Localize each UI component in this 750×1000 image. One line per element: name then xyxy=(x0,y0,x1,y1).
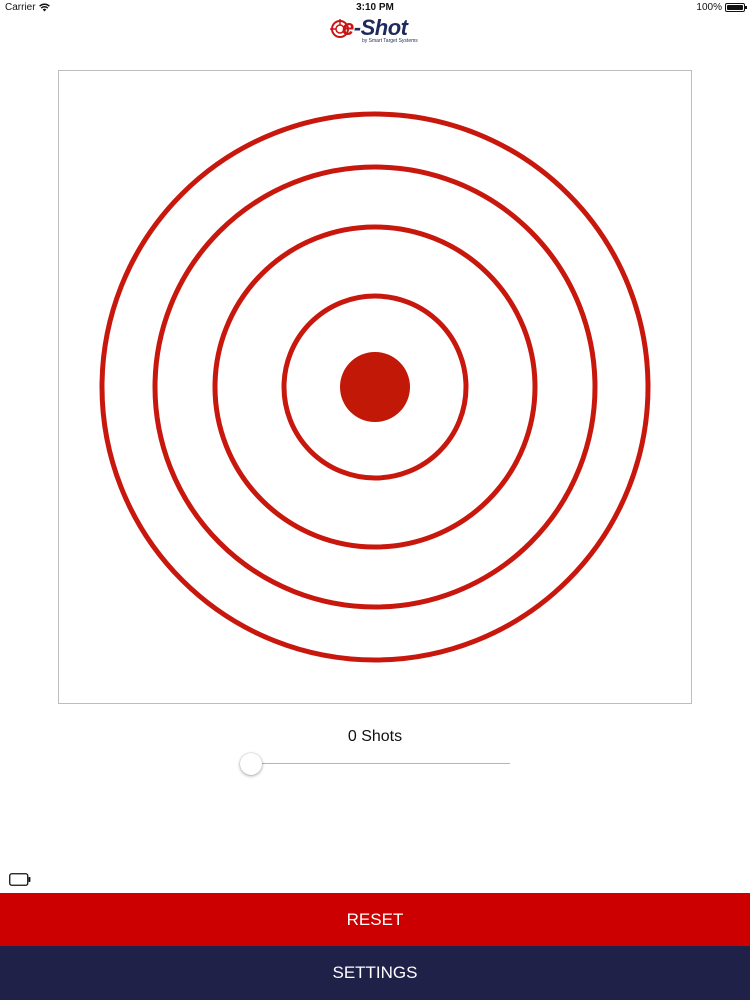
eshot-logo: e-Shot by Smart Target Systems xyxy=(330,15,422,45)
logo-wordmark-rest: -Shot xyxy=(353,15,408,40)
target-rings xyxy=(99,111,651,663)
shots-slider[interactable] xyxy=(240,752,510,776)
slider-thumb[interactable] xyxy=(240,753,262,775)
battery-outline-icon xyxy=(9,873,31,886)
reset-button[interactable]: RESET xyxy=(0,893,750,946)
logo-tagline: by Smart Target Systems xyxy=(362,38,418,44)
battery-percent: 100% xyxy=(696,2,722,13)
status-bar: Carrier 3:10 PM 100% xyxy=(0,0,750,16)
shots-count-label: 0 Shots xyxy=(347,728,403,745)
status-battery-group: 100% xyxy=(696,2,747,13)
slider-track[interactable] xyxy=(250,763,510,764)
target-bullseye xyxy=(340,352,410,422)
logo-wordmark-e: e xyxy=(342,15,354,40)
status-time: 3:10 PM xyxy=(356,2,394,13)
target-area[interactable] xyxy=(58,70,692,704)
settings-button[interactable]: SETTINGS xyxy=(0,946,750,1000)
battery-icon xyxy=(725,3,747,12)
